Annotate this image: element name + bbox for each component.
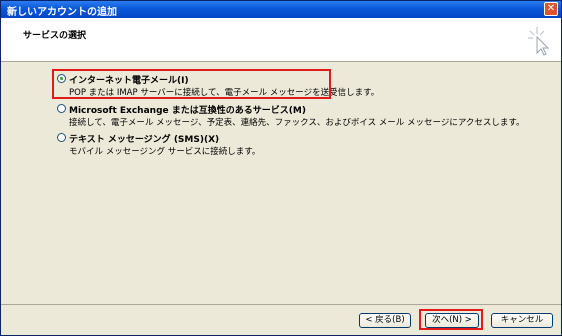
option-label: テキスト メッセージング (SMS)(X) (69, 135, 220, 145)
radio-sms[interactable] (57, 133, 66, 142)
radio-exchange[interactable] (57, 104, 66, 113)
window-title: 新しいアカウントの追加 (7, 7, 117, 18)
page-title: サービスの選択 (23, 31, 87, 41)
wizard-header: サービスの選択 (1, 18, 561, 62)
selection-highlight (52, 69, 331, 99)
back-button[interactable]: < 戻る(B) (359, 313, 411, 328)
cancel-button[interactable]: キャンセル (491, 313, 553, 328)
wizard-sparkle-cursor-icon (528, 27, 550, 56)
footer-divider (1, 304, 561, 305)
option-description: 接続して、電子メール メッセージ、予定表、連絡先、ファックス、およびボイス メー… (69, 118, 525, 128)
next-button-highlight (419, 309, 483, 330)
close-icon[interactable]: ✕ (544, 2, 558, 16)
add-account-dialog: 新しいアカウントの追加 ✕ サービスの選択 インターネット電子メール(I) PO… (0, 0, 562, 336)
option-description: モバイル メッセージング サービスに接続します。 (69, 147, 261, 157)
service-options: インターネット電子メール(I) POP または IMAP サーバーに接続して、電… (1, 62, 561, 304)
option-label: Microsoft Exchange または互換性のあるサービス(M) (69, 106, 306, 116)
title-bar[interactable]: 新しいアカウントの追加 ✕ (1, 1, 561, 18)
